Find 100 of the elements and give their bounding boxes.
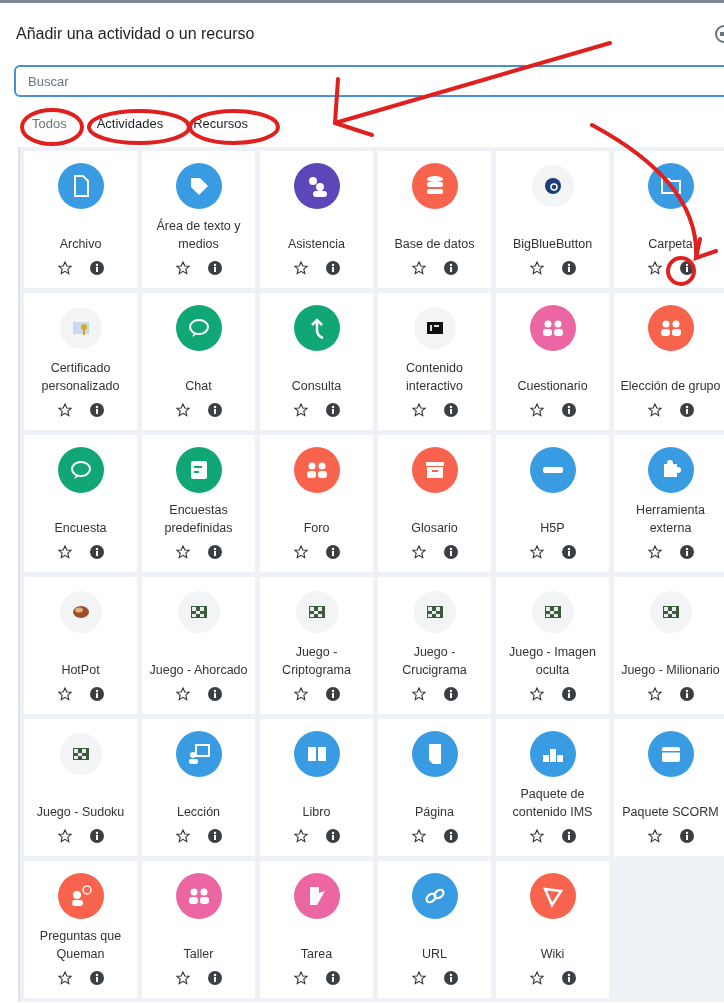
info-icon[interactable] — [207, 403, 222, 417]
activity-card[interactable]: Encuesta — [24, 435, 137, 572]
info-icon[interactable] — [443, 403, 458, 417]
activity-card[interactable]: Herramienta externa — [614, 435, 724, 572]
info-icon[interactable] — [561, 687, 576, 701]
star-icon[interactable] — [411, 971, 426, 985]
info-icon[interactable] — [561, 403, 576, 417]
star-icon[interactable] — [293, 687, 308, 701]
tab[interactable]: Recursos — [185, 107, 257, 139]
info-icon[interactable] — [325, 829, 340, 843]
tab[interactable]: Todos — [24, 107, 75, 139]
info-icon[interactable] — [89, 545, 104, 559]
info-icon[interactable] — [679, 687, 694, 701]
star-icon[interactable] — [175, 829, 190, 843]
info-icon[interactable] — [443, 687, 458, 701]
activity-card[interactable]: Área de texto y medios — [142, 151, 255, 288]
info-icon[interactable] — [443, 971, 458, 985]
star-icon[interactable] — [175, 687, 190, 701]
star-icon[interactable] — [57, 687, 72, 701]
activity-card[interactable]: URL — [378, 861, 491, 998]
activity-card[interactable]: Preguntas que Queman — [24, 861, 137, 998]
info-icon[interactable] — [443, 261, 458, 275]
info-icon[interactable] — [325, 687, 340, 701]
info-icon[interactable] — [89, 971, 104, 985]
activity-card[interactable]: Asistencia — [260, 151, 373, 288]
star-icon[interactable] — [529, 545, 544, 559]
star-icon[interactable] — [647, 403, 662, 417]
activity-card[interactable]: Archivo — [24, 151, 137, 288]
activity-card[interactable]: Paquete de contenido IMS — [496, 719, 609, 856]
info-icon[interactable] — [207, 971, 222, 985]
star-icon[interactable] — [175, 403, 190, 417]
activity-card[interactable]: Juego - Ahorcado — [142, 577, 255, 714]
activity-card[interactable]: Libro — [260, 719, 373, 856]
star-icon[interactable] — [411, 545, 426, 559]
activity-card[interactable]: Juego - Imagen oculta — [496, 577, 609, 714]
info-icon[interactable] — [207, 261, 222, 275]
info-icon[interactable] — [325, 545, 340, 559]
star-icon[interactable] — [529, 829, 544, 843]
star-icon[interactable] — [175, 261, 190, 275]
activity-card[interactable]: Consulta — [260, 293, 373, 430]
star-icon[interactable] — [647, 687, 662, 701]
star-icon[interactable] — [57, 829, 72, 843]
close-icon[interactable] — [714, 24, 724, 44]
info-icon[interactable] — [679, 829, 694, 843]
activity-card[interactable]: Foro — [260, 435, 373, 572]
star-icon[interactable] — [647, 545, 662, 559]
info-icon[interactable] — [89, 261, 104, 275]
star-icon[interactable] — [529, 261, 544, 275]
star-icon[interactable] — [57, 403, 72, 417]
star-icon[interactable] — [647, 261, 662, 275]
search-field[interactable]: Buscar — [14, 65, 724, 97]
activity-card[interactable]: Elección de grupo — [614, 293, 724, 430]
activity-card[interactable]: Base de datos — [378, 151, 491, 288]
activity-card[interactable]: Tarea — [260, 861, 373, 998]
activity-card[interactable]: Página — [378, 719, 491, 856]
info-icon[interactable] — [679, 403, 694, 417]
activity-card[interactable]: Wiki — [496, 861, 609, 998]
activity-card[interactable]: Chat — [142, 293, 255, 430]
info-icon[interactable] — [89, 829, 104, 843]
star-icon[interactable] — [293, 829, 308, 843]
star-icon[interactable] — [293, 971, 308, 985]
star-icon[interactable] — [175, 971, 190, 985]
star-icon[interactable] — [647, 829, 662, 843]
activity-card[interactable]: Juego - Crucigrama — [378, 577, 491, 714]
star-icon[interactable] — [411, 261, 426, 275]
info-icon[interactable] — [561, 545, 576, 559]
info-icon[interactable] — [89, 687, 104, 701]
activity-card[interactable]: BigBlueButton — [496, 151, 609, 288]
info-icon[interactable] — [561, 971, 576, 985]
activity-card[interactable]: Contenido interactivo — [378, 293, 491, 430]
activity-card[interactable]: Juego - Sudoku — [24, 719, 137, 856]
info-icon[interactable] — [325, 261, 340, 275]
info-icon[interactable] — [207, 687, 222, 701]
info-icon[interactable] — [207, 829, 222, 843]
info-icon[interactable] — [561, 829, 576, 843]
activity-card[interactable]: Glosario — [378, 435, 491, 572]
star-icon[interactable] — [411, 829, 426, 843]
star-icon[interactable] — [529, 403, 544, 417]
star-icon[interactable] — [411, 687, 426, 701]
info-icon[interactable] — [207, 545, 222, 559]
star-icon[interactable] — [57, 261, 72, 275]
star-icon[interactable] — [293, 403, 308, 417]
star-icon[interactable] — [293, 545, 308, 559]
star-icon[interactable] — [57, 971, 72, 985]
info-icon[interactable] — [443, 829, 458, 843]
activity-card[interactable]: H5P — [496, 435, 609, 572]
activity-card[interactable]: Certificado personalizado — [24, 293, 137, 430]
activity-card[interactable]: Paquete SCORM — [614, 719, 724, 856]
star-icon[interactable] — [529, 971, 544, 985]
activity-card[interactable]: Carpeta — [614, 151, 724, 288]
activity-card[interactable]: Encuestas predefinidas — [142, 435, 255, 572]
star-icon[interactable] — [529, 687, 544, 701]
star-icon[interactable] — [411, 403, 426, 417]
info-icon[interactable] — [325, 403, 340, 417]
tab[interactable]: Actividades — [88, 107, 172, 139]
info-icon[interactable] — [679, 261, 694, 275]
star-icon[interactable] — [175, 545, 190, 559]
activity-card[interactable]: Lección — [142, 719, 255, 856]
activity-card[interactable]: Taller — [142, 861, 255, 998]
activity-card[interactable]: Juego - Milionario — [614, 577, 724, 714]
